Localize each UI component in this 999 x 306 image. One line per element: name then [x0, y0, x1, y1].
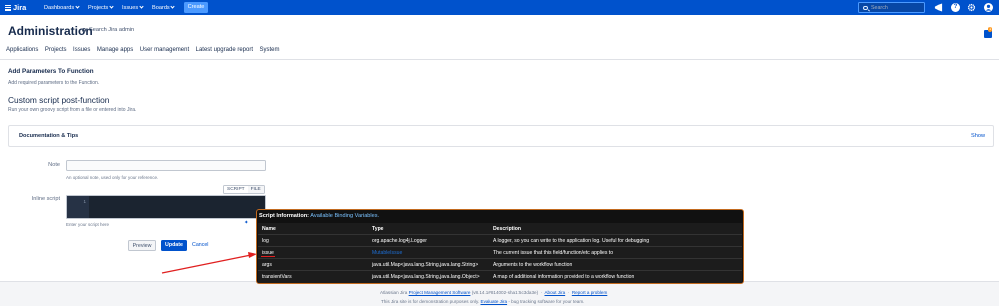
jira-logo[interactable]: Jira — [5, 2, 26, 13]
footer-demo-notice: This Jira site is for demonstration purp… — [381, 299, 480, 304]
tab-user-management[interactable]: User management — [140, 47, 189, 53]
variable-name: transientVars — [262, 274, 292, 280]
documentation-panel: Documentation & Tips Show — [8, 125, 994, 147]
tab-applications[interactable]: Applications — [6, 47, 38, 53]
tab-issues[interactable]: Issues — [73, 47, 90, 53]
variable-type: java.util.Map<java.lang.String,java.lang… — [372, 274, 480, 280]
binding-variables-table: Name Type Description log org.apache.log… — [258, 223, 742, 283]
nav-projects-label: Projects — [88, 4, 109, 11]
footer-tagline: - bug tracking software for your team. — [508, 299, 585, 304]
update-button[interactable]: Update — [161, 240, 187, 251]
popup-subtitle: Available Binding Variables. — [310, 213, 380, 219]
nav-dashboards-label: Dashboards — [44, 4, 75, 11]
chevron-down-icon — [170, 4, 175, 9]
variable-name: log — [262, 238, 269, 244]
page-title: Administration — [8, 24, 93, 38]
footer-report-link[interactable]: Report a problem — [572, 290, 608, 295]
cancel-link[interactable]: Cancel — [192, 242, 209, 248]
variable-description: A map of additional information provided… — [493, 274, 635, 280]
variable-description: The current issue that this field/functi… — [493, 250, 614, 256]
script-information-popup: Script Information: Available Binding Va… — [256, 209, 744, 284]
tab-manage-apps[interactable]: Manage apps — [97, 47, 133, 53]
search-placeholder: Search — [871, 5, 888, 11]
script-help-text: Enter your script here — [66, 222, 110, 227]
gear-icon[interactable] — [967, 3, 976, 12]
script-source-toggle: SCRIPT FILE — [223, 185, 265, 194]
annotation-underline — [261, 256, 275, 257]
search-icon — [82, 28, 86, 32]
variable-type-link[interactable]: MutableIssue — [372, 250, 402, 256]
preview-button[interactable]: Preview — [128, 240, 156, 251]
user-icon — [985, 4, 992, 11]
footer-evaluate-link[interactable]: Evaluate Jira — [481, 299, 508, 304]
show-documentation-link[interactable]: Show — [971, 133, 985, 139]
chevron-down-icon — [109, 4, 114, 9]
create-button[interactable]: Create — [184, 2, 208, 13]
nav-issues-label: Issues — [122, 4, 139, 11]
table-row: issue MutableIssue The current issue tha… — [258, 247, 742, 259]
user-avatar[interactable] — [984, 3, 993, 12]
note-field[interactable] — [66, 160, 266, 171]
variable-name: args — [262, 262, 272, 268]
nav-boards[interactable]: Boards — [152, 3, 175, 12]
nav-issues[interactable]: Issues — [122, 3, 144, 12]
section-title: Custom script post-function — [8, 95, 110, 105]
nav-dashboards[interactable]: Dashboards — [44, 3, 80, 12]
footer-line-1: Atlassian Jira Project Management Softwa… — [380, 290, 608, 295]
footer-pms-link[interactable]: Project Management Software — [409, 290, 471, 295]
app-switcher-icon — [5, 4, 11, 11]
note-help-text: An optional note, used only for your ref… — [66, 175, 159, 180]
admin-search-label: Search Jira admin — [89, 27, 135, 33]
table-header-row: Name Type Description — [258, 223, 742, 235]
line-number-gutter: 1 — [67, 196, 89, 218]
variable-description: A logger, so you can write to the applic… — [493, 238, 650, 244]
form-heading-description: Add required parameters to the Function. — [8, 80, 100, 86]
column-header-description: Description — [493, 226, 522, 232]
notification-icon[interactable]: 1 — [984, 26, 993, 38]
footer-product: Atlassian Jira — [380, 290, 408, 295]
inline-script-label: Inline script — [31, 196, 60, 202]
tab-latest-upgrade-report[interactable]: Latest upgrade report — [196, 47, 253, 53]
search-icon — [863, 5, 868, 10]
top-navigation-bar: Jira Dashboards Projects Issues Boards C… — [0, 0, 999, 15]
footer-about-link[interactable]: About Jira — [544, 290, 565, 295]
table-row: log org.apache.log4j.Logger A logger, so… — [258, 235, 742, 247]
help-icon[interactable]: ? — [951, 3, 960, 12]
footer-version: (v8.14.1#814002-sha1:5c3da3e) — [471, 290, 539, 295]
form-heading: Add Parameters To Function — [8, 68, 94, 75]
nav-projects[interactable]: Projects — [88, 3, 114, 12]
table-row: transientVars java.util.Map<java.lang.St… — [258, 271, 742, 283]
column-header-type: Type — [372, 226, 384, 232]
script-editor[interactable]: 1 — [66, 195, 266, 219]
toggle-script[interactable]: SCRIPT — [224, 186, 248, 193]
column-header-name: Name — [262, 226, 276, 232]
section-description: Run your own groovy script from a file o… — [8, 107, 137, 113]
toggle-file[interactable]: FILE — [247, 186, 264, 193]
popup-heading: Script Information: Available Binding Va… — [259, 213, 379, 219]
variable-type: java.util.Map<java.lang.String,java.lang… — [372, 262, 479, 268]
documentation-title: Documentation & Tips — [19, 133, 79, 139]
admin-tabs: Applications Projects Issues Manage apps… — [6, 47, 286, 53]
popup-title: Script Information: — [259, 213, 310, 219]
tab-projects[interactable]: Projects — [45, 47, 67, 53]
variable-description: Arguments to the workflow function — [493, 262, 573, 268]
admin-search-link[interactable]: Search Jira admin — [82, 27, 134, 33]
line-number: 1 — [83, 199, 86, 204]
variable-type: org.apache.log4j.Logger — [372, 238, 427, 244]
logo-text: Jira — [13, 3, 27, 12]
footer-line-2: This Jira site is for demonstration purp… — [381, 299, 584, 304]
tab-system[interactable]: System — [260, 47, 280, 53]
nav-boards-label: Boards — [152, 4, 170, 11]
divider — [0, 59, 999, 60]
chevron-down-icon — [139, 4, 144, 9]
note-label: Note — [48, 162, 60, 168]
notification-count: 1 — [988, 26, 993, 32]
chevron-down-icon — [75, 4, 80, 9]
search-input[interactable]: Search — [858, 2, 925, 13]
megaphone-icon[interactable] — [934, 3, 943, 12]
table-row: args java.util.Map<java.lang.String,java… — [258, 259, 742, 271]
expand-editor-icon[interactable]: ✦ — [244, 220, 249, 226]
